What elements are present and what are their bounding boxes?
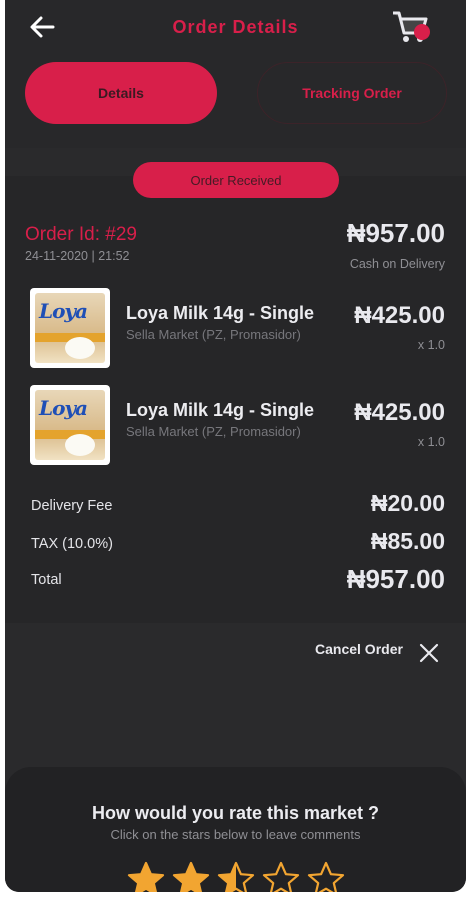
- cart-icon: [393, 11, 430, 42]
- star-icon[interactable]: [307, 861, 345, 892]
- close-icon: [419, 643, 439, 663]
- rating-sheet: How would you rate this market ? Click o…: [5, 767, 466, 892]
- product-brand: Loya: [39, 299, 88, 323]
- status-badge: Order Received: [133, 162, 339, 198]
- product-image: Loya: [30, 385, 110, 465]
- cancel-order-label: Cancel Order: [315, 641, 403, 657]
- order-total: ₦957.00: [346, 218, 445, 248]
- tab-tracking-order[interactable]: Tracking Order: [257, 62, 447, 124]
- order-card: Order Received Order Id: #29 24-11-2020 …: [5, 162, 466, 623]
- order-id: Order Id: #29: [25, 224, 137, 245]
- product-image: Loya: [30, 288, 110, 368]
- item-quantity: x 1.0: [417, 435, 445, 449]
- tax-value: ₦85.00: [370, 528, 445, 554]
- item-price: ₦425.00: [354, 302, 445, 329]
- item-market: Sella Market (PZ, Promasidor): [126, 424, 301, 439]
- tab-details[interactable]: Details: [25, 62, 217, 124]
- list-item: Loya Loya Milk 14g - Single Sella Market…: [5, 288, 466, 370]
- star-icon[interactable]: [217, 861, 255, 892]
- item-market: Sella Market (PZ, Promasidor): [126, 327, 301, 342]
- pack-milk-splash: [65, 337, 95, 359]
- pack-milk-splash: [65, 434, 95, 456]
- rating-subtitle: Click on the stars below to leave commen…: [110, 827, 361, 842]
- item-quantity: x 1.0: [417, 338, 445, 352]
- item-price: ₦425.00: [354, 399, 445, 426]
- total-row: Total ₦957.00: [5, 564, 466, 594]
- rating-title: How would you rate this market ?: [91, 803, 380, 823]
- star-icon[interactable]: [172, 861, 210, 892]
- tab-bar: Details Tracking Order: [5, 56, 466, 148]
- tax-label: TAX (10.0%): [31, 536, 113, 552]
- list-item: Loya Loya Milk 14g - Single Sella Market…: [5, 385, 466, 467]
- delivery-fee-label: Delivery Fee: [31, 498, 113, 514]
- total-label: Total: [31, 572, 62, 588]
- item-name: Loya Milk 14g - Single: [126, 400, 315, 420]
- payment-method: Cash on Delivery: [349, 257, 445, 271]
- star-icon[interactable]: [262, 861, 300, 892]
- product-pack: Loya: [35, 293, 105, 363]
- star-icon[interactable]: [127, 861, 165, 892]
- star-rating: [127, 861, 347, 892]
- total-value: ₦957.00: [346, 564, 445, 594]
- delivery-fee-value: ₦20.00: [370, 490, 445, 516]
- product-pack: Loya: [35, 390, 105, 460]
- phone-screen: Order Details Details Tracking Order Ord…: [5, 0, 466, 892]
- cancel-order-button[interactable]: Cancel Order: [310, 636, 440, 670]
- app-header: Order Details: [5, 0, 466, 56]
- order-date: 24-11-2020 | 21:52: [25, 249, 130, 263]
- delivery-fee-row: Delivery Fee ₦20.00: [5, 490, 466, 520]
- cart-button[interactable]: [391, 8, 433, 46]
- tax-row: TAX (10.0%) ₦85.00: [5, 528, 466, 558]
- product-brand: Loya: [39, 396, 88, 420]
- item-name: Loya Milk 14g - Single: [126, 303, 315, 323]
